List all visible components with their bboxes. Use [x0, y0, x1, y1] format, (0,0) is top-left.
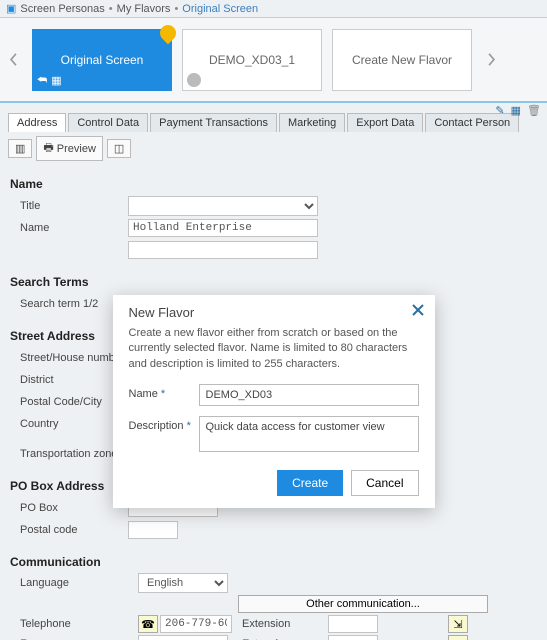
preview-label: Preview [57, 143, 96, 155]
label-ext1: Extension [238, 618, 328, 630]
preview-button[interactable]: 🖶 Preview [36, 136, 103, 161]
carousel-tools: ✎ ▦ 🗑 [495, 104, 541, 117]
tab-payment[interactable]: Payment Transactions [150, 113, 277, 132]
dialog-close-button[interactable] [411, 303, 425, 320]
card-title: Create New Flavor [352, 53, 452, 67]
input-pocode[interactable] [128, 521, 178, 539]
flavor-card-demo[interactable]: DEMO_XD03_1 [182, 29, 322, 91]
tool-icon-1[interactable]: ▥ [8, 139, 32, 158]
card-title: Original Screen [61, 53, 144, 67]
other-communication-button[interactable]: Other communication... [238, 595, 488, 613]
card-icons: ⮪ ▦ [37, 74, 62, 87]
create-button[interactable]: Create [277, 470, 343, 496]
tab-address[interactable]: Address [8, 113, 66, 132]
input-name[interactable] [128, 219, 318, 237]
dialog-label-name: Name * [129, 384, 199, 400]
share-icon[interactable]: ⮪ [37, 74, 47, 87]
more-fax-icon[interactable]: ⇲ [448, 635, 468, 640]
flavor-card-create[interactable]: Create New Flavor [332, 29, 472, 91]
flavor-carousel: Original Screen ⮪ ▦ DEMO_XD03_1 Create N… [0, 18, 547, 103]
card-title: DEMO_XD03_1 [209, 53, 295, 67]
chevron-left-icon [7, 53, 20, 66]
input-fax[interactable] [138, 635, 228, 640]
app-root: ▣ Screen Personas • My Flavors • Origina… [0, 0, 547, 640]
breadcrumb-sep: • [109, 3, 113, 15]
tool-grid-icon[interactable]: ▦ [511, 104, 521, 117]
bookmark-icon [157, 21, 180, 44]
label-country: Country [10, 418, 128, 430]
grid-icon[interactable]: ▦ [51, 74, 61, 87]
tool-delete-icon[interactable]: 🗑 [527, 104, 541, 117]
new-flavor-dialog: New Flavor Create a new flavor either fr… [113, 295, 435, 508]
dialog-title: New Flavor [129, 305, 419, 320]
avatar-icon [187, 73, 201, 87]
tool-icon-2[interactable]: ◫ [107, 139, 131, 158]
more-phone-icon[interactable]: ⇲ [448, 615, 468, 633]
dialog-input-desc[interactable] [199, 416, 419, 452]
detail-tabs: Address Control Data Payment Transaction… [0, 103, 547, 132]
input-language[interactable]: English [138, 573, 228, 593]
section-heading: Search Terms [10, 275, 537, 289]
label-name: Name [10, 222, 128, 234]
section-heading: Communication [10, 555, 537, 569]
tab-export[interactable]: Export Data [347, 113, 423, 132]
label-district: District [10, 374, 128, 386]
flavor-card-original[interactable]: Original Screen ⮪ ▦ [32, 29, 172, 91]
input-name2[interactable] [128, 241, 318, 259]
close-icon [411, 303, 425, 317]
dialog-label-desc: Description * [129, 416, 199, 432]
section-comm: Communication Language English Other com… [0, 543, 547, 640]
section-name: Name Title Name [0, 165, 547, 263]
breadcrumb-1[interactable]: Screen Personas [20, 3, 104, 15]
toolbar: ▥ 🖶 Preview ◫ [0, 132, 547, 165]
app-icon: ▣ [6, 2, 16, 15]
carousel-prev[interactable] [4, 30, 22, 90]
cancel-button[interactable]: Cancel [351, 470, 418, 496]
label-language: Language [20, 577, 138, 589]
input-ext1[interactable] [328, 615, 378, 633]
label-title: Title [10, 200, 128, 212]
label-tzone: Transportation zone [10, 448, 128, 460]
tab-control[interactable]: Control Data [68, 113, 148, 132]
section-heading: Name [10, 177, 537, 191]
input-ext2[interactable] [328, 635, 378, 640]
label-street: Street/House number [10, 352, 128, 364]
label-telephone: Telephone [20, 618, 138, 630]
label-postal: Postal Code/City [10, 396, 128, 408]
phone-picker-icon[interactable]: ☎ [138, 615, 158, 633]
dialog-text: Create a new flavor either from scratch … [129, 326, 419, 372]
label-searchterm: Search term 1/2 [10, 298, 128, 310]
chevron-right-icon [485, 53, 498, 66]
label-pobox: PO Box [10, 502, 128, 514]
breadcrumb-sep: • [174, 3, 178, 15]
tool-edit-icon[interactable]: ✎ [495, 104, 504, 117]
input-title[interactable] [128, 196, 318, 216]
dialog-input-name[interactable] [199, 384, 419, 406]
label-pocode: Postal code [10, 524, 128, 536]
breadcrumb-2[interactable]: My Flavors [117, 3, 171, 15]
print-icon: 🖶 [43, 139, 53, 158]
carousel-next[interactable] [482, 30, 500, 90]
breadcrumb-3[interactable]: Original Screen [182, 3, 258, 15]
breadcrumb: ▣ Screen Personas • My Flavors • Origina… [0, 0, 547, 18]
input-telephone[interactable] [160, 615, 232, 633]
tab-marketing[interactable]: Marketing [279, 113, 345, 132]
